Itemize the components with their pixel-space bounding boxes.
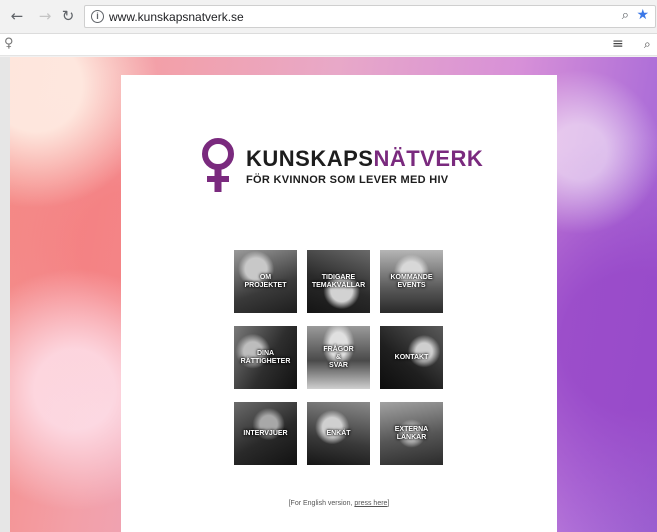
- logo-tagline: FÖR KVINNOR SOM LEVER MED HIV: [246, 174, 449, 186]
- tile-dina-rattigheter[interactable]: DINA RÄTTIGHETER: [234, 326, 297, 389]
- tile-enkat[interactable]: ENKÄT: [307, 402, 370, 465]
- tile-fragor-svar[interactable]: FRÅGOR & SVAR: [307, 326, 370, 389]
- tile-label: KONTAKT: [394, 353, 429, 361]
- logo-word-natverk: NÄTVERK: [373, 146, 484, 171]
- tile-label: ENKÄT: [326, 429, 351, 437]
- tile-intervjuer[interactable]: INTERVJUER: [234, 402, 297, 465]
- logo-word-kunskaps: KUNSKAPS: [246, 146, 374, 171]
- logo-wordmark: KUNSKAPSNÄTVERK: [246, 146, 483, 172]
- tile-label: KOMMANDE EVENTS: [390, 273, 433, 289]
- site-logo[interactable]: KUNSKAPSNÄTVERK FÖR KVINNOR SOM LEVER ME…: [200, 136, 490, 196]
- tile-label: TIDIGARE TEMAKVÄLLAR: [311, 273, 366, 289]
- english-note-suffix: ]: [387, 500, 390, 507]
- search-icon[interactable]: ⌕: [644, 37, 651, 52]
- tile-label: INTERVJUER: [243, 429, 288, 437]
- tile-tidigare-temakvallar[interactable]: TIDIGARE TEMAKVÄLLAR: [307, 250, 370, 313]
- english-version-note: [For English version, press here]: [121, 500, 557, 507]
- english-note-prefix: [For English version,: [288, 500, 355, 507]
- forward-arrow-icon[interactable]: →: [36, 7, 54, 25]
- site-top-bar: ♀ ≡ ⌕: [0, 34, 657, 56]
- english-version-link[interactable]: press here: [354, 500, 387, 507]
- tile-kommande-events[interactable]: KOMMANDE EVENTS: [380, 250, 443, 313]
- hamburger-menu-icon[interactable]: ≡: [612, 36, 624, 52]
- browser-toolbar: ← → ↻ i www.kunskapsnatverk.se ⌕ ★: [0, 0, 657, 34]
- page-edge: [0, 57, 10, 532]
- tile-label: DINA RÄTTIGHETER: [240, 349, 291, 365]
- zoom-icon[interactable]: ⌕: [622, 8, 629, 23]
- tile-om-projektet[interactable]: OM PROJEKTET: [234, 250, 297, 313]
- reload-icon[interactable]: ↻: [59, 7, 77, 25]
- tile-externa-lankar[interactable]: EXTERNA LÄNKAR: [380, 402, 443, 465]
- url-text[interactable]: www.kunskapsnatverk.se: [109, 10, 244, 24]
- tile-kontakt[interactable]: KONTAKT: [380, 326, 443, 389]
- address-bar[interactable]: i www.kunskapsnatverk.se ⌕ ★: [84, 5, 656, 28]
- info-icon[interactable]: i: [91, 10, 104, 23]
- tile-label: EXTERNA LÄNKAR: [394, 425, 429, 441]
- star-icon[interactable]: ★: [636, 7, 649, 23]
- tile-label: FRÅGOR & SVAR: [323, 345, 354, 369]
- tile-label: OM PROJEKTET: [244, 273, 287, 289]
- venus-logo-icon: [202, 138, 234, 192]
- venus-icon[interactable]: ♀: [4, 36, 14, 51]
- back-arrow-icon[interactable]: ←: [8, 7, 26, 25]
